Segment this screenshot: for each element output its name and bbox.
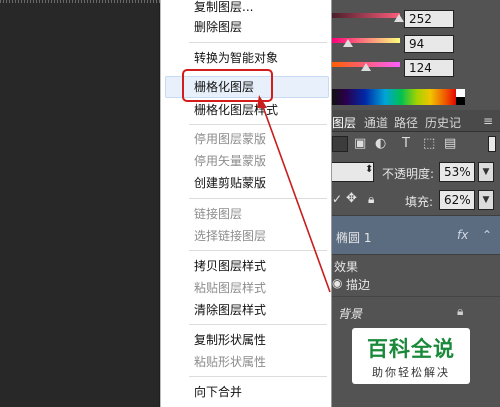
menu-item-create-clipping-mask[interactable]: 创建剪贴蒙版 (194, 176, 266, 190)
menu-item-paste-layer-style[interactable]: 粘贴图层样式 (194, 281, 266, 295)
annotation-highlight-box (182, 69, 273, 102)
green-slider-knob[interactable] (343, 39, 353, 47)
menu-item-disable-vector-mask[interactable]: 停用矢量蒙版 (194, 154, 266, 168)
layer-context-menu: 复制图层... 删除图层 转换为智能对象 栅格化图层 栅格化图层样式 停用图层蒙… (160, 0, 332, 407)
menu-separator (189, 42, 327, 43)
menu-item-paste-shape-attributes[interactable]: 粘贴形状属性 (194, 355, 266, 369)
menu-separator (189, 250, 327, 251)
menu-item-convert-smart-object[interactable]: 转换为智能对象 (194, 51, 278, 65)
lock-all-icon[interactable]: 🔒︎ (368, 192, 374, 207)
green-value-input[interactable]: 94 (404, 35, 454, 53)
menu-item-copy-shape-attributes[interactable]: 复制形状属性 (194, 333, 266, 347)
menu-separator (189, 198, 327, 199)
panel-menu-icon[interactable]: ≡ (483, 114, 493, 128)
shape-filter-icon[interactable]: ⬚ (423, 136, 435, 151)
document-canvas (0, 0, 160, 407)
layer-name[interactable]: 椭圆 1 (336, 229, 371, 246)
menu-item-rasterize-layer-style[interactable]: 栅格化图层样式 (194, 103, 278, 117)
red-slider[interactable] (332, 13, 400, 18)
tab-layers[interactable]: 图层 (332, 114, 356, 131)
lock-icon: 🔒︎ (457, 304, 464, 318)
tab-channels[interactable]: 通道 (364, 114, 388, 131)
layer-row-background[interactable]: 背景 🔒︎ (332, 296, 500, 328)
menu-item-link-layers[interactable]: 链接图层 (194, 207, 242, 221)
fill-input[interactable]: 62% (439, 190, 475, 210)
white-swatch[interactable] (456, 89, 465, 97)
tab-history[interactable]: 历史记 (425, 114, 461, 131)
watermark-subtitle: 助你轻松解决 (372, 366, 450, 379)
menu-item-delete-layer[interactable]: 删除图层 (194, 20, 242, 34)
menu-item-clear-layer-style[interactable]: 清除图层样式 (194, 303, 266, 317)
stroke-effect-label[interactable]: 描边 (346, 276, 370, 293)
red-value-input[interactable]: 252 (404, 10, 454, 28)
filter-toggle[interactable] (488, 136, 496, 152)
smart-object-filter-icon[interactable]: ▤ (444, 136, 456, 151)
color-spectrum[interactable] (332, 89, 465, 105)
blue-slider-knob[interactable] (361, 63, 371, 71)
menu-separator (189, 324, 327, 325)
opacity-input[interactable]: 53% (439, 162, 475, 182)
menu-item-copy-layer-style[interactable]: 拷贝图层样式 (194, 259, 266, 273)
menu-item-disable-layer-mask[interactable]: 停用图层蒙版 (194, 132, 266, 146)
adjustment-filter-icon[interactable]: ◐ (375, 136, 386, 151)
watermark-logo: 百科全说 助你轻松解决 (352, 328, 470, 384)
black-swatch[interactable] (456, 97, 465, 105)
opacity-dropdown-button[interactable]: ▼ (478, 162, 494, 182)
eye-icon[interactable]: ◉ (332, 276, 342, 290)
menu-item-duplicate-layer[interactable]: 复制图层... (194, 0, 253, 14)
filter-kind-dropdown[interactable] (332, 136, 348, 152)
fill-label: 填充: (405, 195, 434, 209)
type-filter-icon[interactable]: T (402, 136, 410, 151)
menu-separator (189, 124, 327, 125)
layer-name[interactable]: 背景 (338, 305, 362, 322)
red-slider-knob[interactable] (394, 14, 404, 22)
menu-separator (189, 376, 327, 377)
effects-label[interactable]: 效果 (334, 258, 358, 275)
layer-filter-row: ▣ ◐ T ⬚ ▤ (332, 132, 500, 156)
fill-dropdown-button[interactable]: ▼ (478, 190, 494, 210)
opacity-label: 不透明度: (382, 167, 435, 181)
menu-item-select-linked-layers[interactable]: 选择链接图层 (194, 229, 266, 243)
fx-icon[interactable]: fx (457, 228, 468, 242)
lock-position-icon[interactable]: ✓ (332, 192, 342, 206)
ruler (0, 0, 160, 3)
menu-item-merge-down[interactable]: 向下合并 (194, 385, 242, 399)
panel-tabs: 图层 通道 路径 历史记 ≡ (332, 110, 500, 132)
pixel-filter-icon[interactable]: ▣ (354, 136, 366, 151)
move-lock-icon[interactable]: ✥ (346, 191, 357, 206)
blend-mode-arrow-icon[interactable]: ⬍ (365, 164, 373, 175)
watermark-title: 百科全说 (367, 337, 455, 361)
blue-value-input[interactable]: 124 (404, 59, 454, 77)
tab-paths[interactable]: 路径 (394, 114, 418, 131)
expand-effects-icon[interactable]: ⌃ (482, 228, 492, 242)
layer-row-ellipse[interactable]: 椭圆 1 fx ⌃ (332, 215, 500, 255)
